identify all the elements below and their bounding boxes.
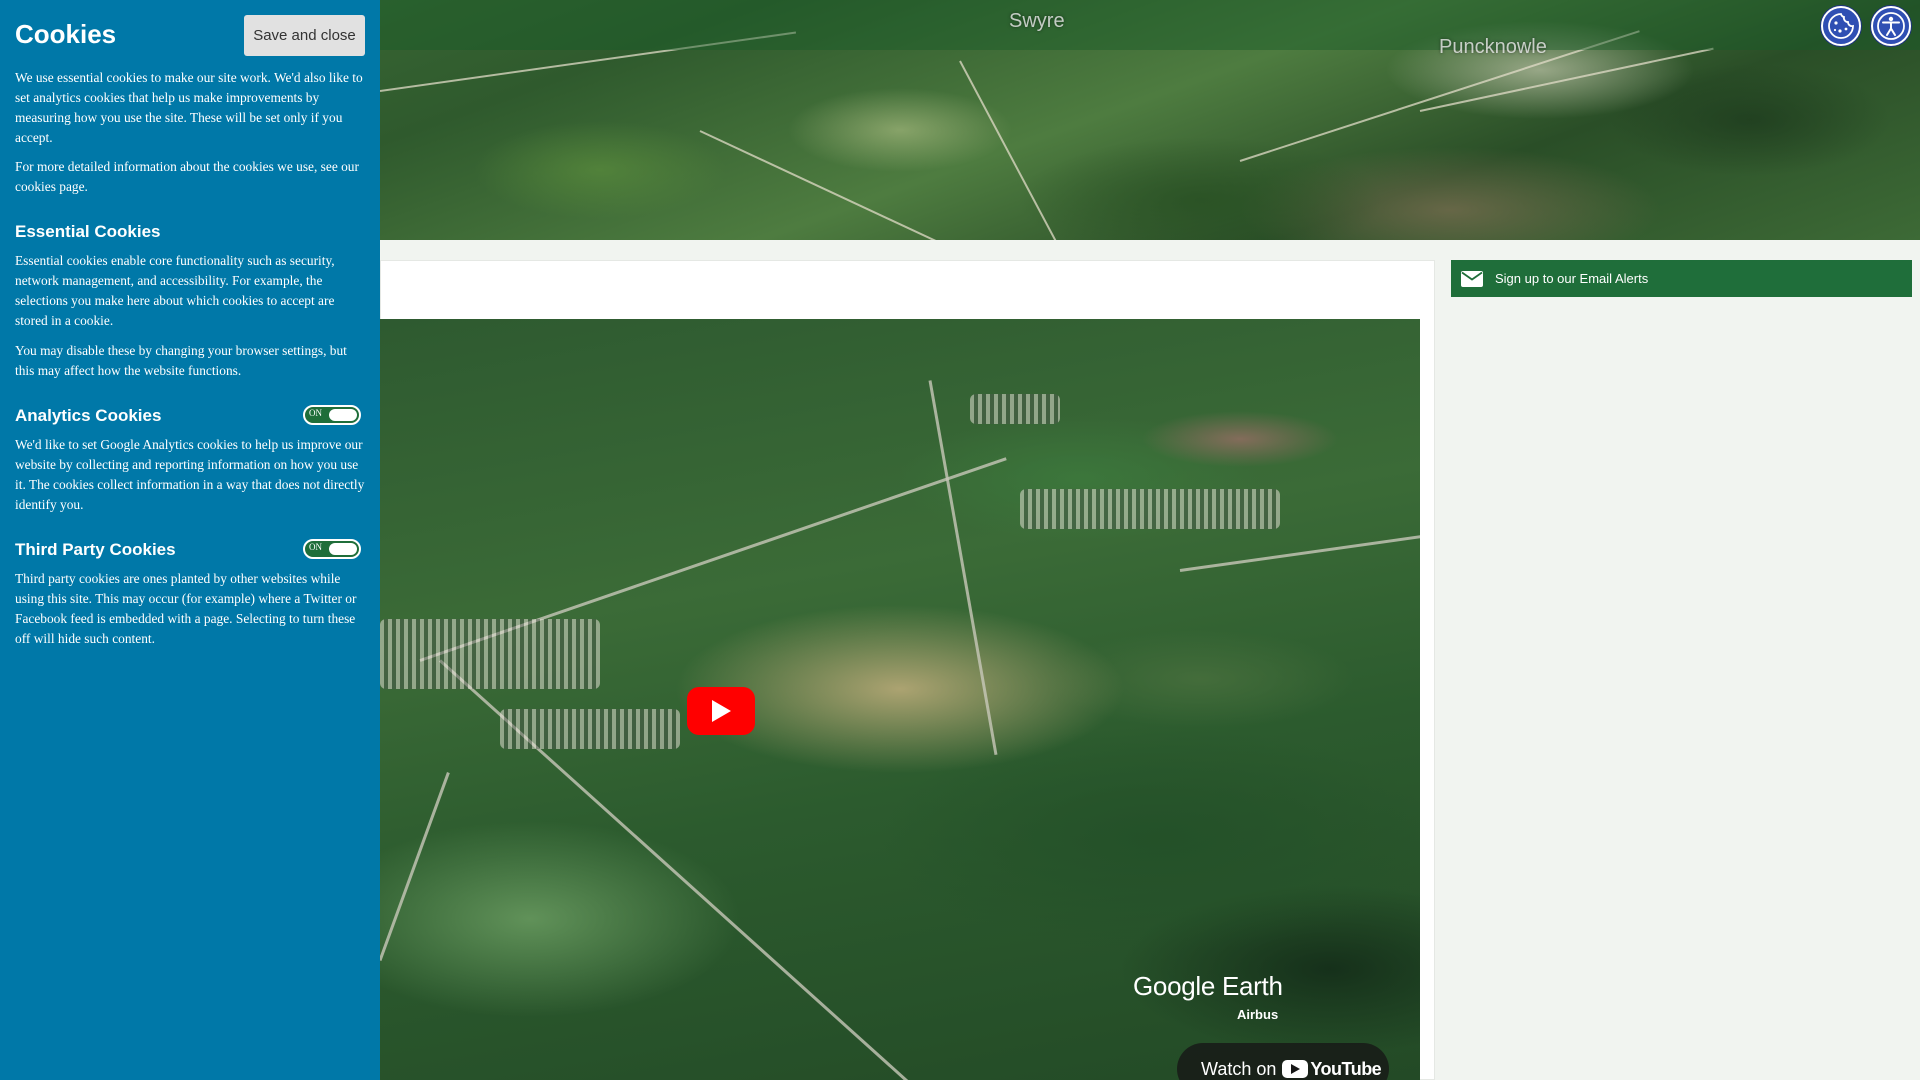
third-party-cookies-heading: Third Party Cookies — [15, 540, 176, 559]
essential-cookies-text: Essential cookies enable core functional… — [15, 253, 335, 328]
essential-cookies-heading: Essential Cookies — [15, 222, 161, 241]
watch-on-label: Watch on — [1201, 1058, 1277, 1079]
analytics-cookies-heading: Analytics Cookies — [15, 406, 162, 425]
accessibility-button[interactable] — [1871, 6, 1911, 46]
toggle-knob — [329, 543, 357, 555]
save-and-close-button[interactable]: Save and close — [244, 15, 365, 56]
cookie-consent-panel: Cookies Save and close We use essential … — [0, 0, 380, 1080]
map-label-swyre: Swyre — [1009, 10, 1065, 32]
cookie-settings-button[interactable] — [1821, 6, 1861, 46]
cookie-intro-text: We use essential cookies to make our sit… — [15, 70, 363, 145]
third-party-cookies-text: Third party cookies are ones planted by … — [15, 571, 357, 646]
cookie-more-info-text: For more detailed information about the … — [15, 159, 359, 194]
google-earth-watermark: Google Earth — [1133, 971, 1283, 1001]
analytics-cookies-toggle[interactable]: ON — [303, 405, 361, 425]
email-alerts-signup-button[interactable]: Sign up to our Email Alerts — [1451, 260, 1912, 297]
play-button[interactable] — [687, 687, 755, 735]
youtube-play-icon — [1282, 1060, 1309, 1078]
analytics-toggle-state: ON — [309, 408, 322, 418]
cookie-icon — [1828, 13, 1854, 39]
watch-on-youtube-button[interactable]: Watch on YouTube — [1177, 1043, 1389, 1080]
play-icon — [712, 700, 731, 722]
essential-cookies-browser-text: You may disable these by changing your b… — [15, 343, 347, 378]
imagery-credit: Airbus — [1237, 1007, 1279, 1022]
toggle-knob — [329, 409, 357, 421]
cookie-panel-title: Cookies — [15, 19, 117, 49]
third-party-toggle-state: ON — [309, 542, 322, 552]
embedded-youtube-video[interactable]: Google Earth Airbus Watch on YouTube — [380, 319, 1420, 1080]
third-party-cookies-toggle[interactable]: ON — [303, 539, 361, 559]
analytics-cookies-text: We'd like to set Google Analytics cookie… — [15, 437, 365, 512]
youtube-wordmark: YouTube — [1310, 1058, 1382, 1079]
accessibility-icon — [1877, 12, 1905, 40]
email-alerts-label: Sign up to our Email Alerts — [1495, 271, 1649, 286]
map-label-puncknowle: Puncknowle — [1439, 36, 1547, 58]
youtube-logo: YouTube — [1282, 1058, 1382, 1080]
envelope-icon — [1461, 270, 1483, 287]
